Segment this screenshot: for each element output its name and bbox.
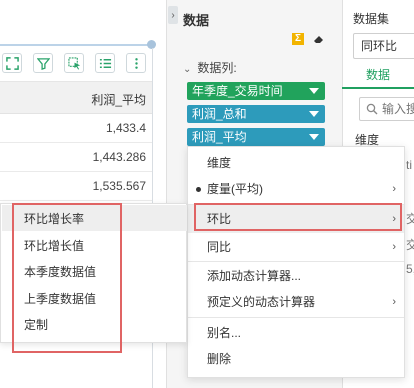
- highlight-box: [12, 203, 122, 353]
- search-icon: [366, 103, 378, 115]
- data-columns-label[interactable]: ⌄ 数据列:: [183, 59, 237, 76]
- dataset-select[interactable]: 同环比: [353, 33, 414, 59]
- list-icon[interactable]: [95, 53, 115, 73]
- menu-item-label: 维度: [207, 156, 232, 170]
- chevron-right-icon: ›: [392, 183, 396, 195]
- dataset-search[interactable]: [359, 97, 414, 121]
- table-row: 1,535.567: [0, 172, 152, 201]
- field-chip-profit-sum[interactable]: 利润_总和: [187, 105, 325, 123]
- select-icon[interactable]: [64, 53, 84, 73]
- menu-item-label: 添加动态计算器...: [207, 269, 302, 283]
- table-row: 1,433.4: [0, 114, 152, 143]
- dataset-title: 数据集: [353, 12, 390, 26]
- dropdown-arrow-icon[interactable]: [309, 88, 319, 94]
- menu-item-measure-avg[interactable]: 度量(平均) ›: [188, 175, 404, 203]
- collapse-panel-icon[interactable]: ›: [168, 6, 178, 24]
- menu-item-label: 删除: [207, 352, 232, 366]
- more-icon[interactable]: [126, 53, 146, 73]
- table-cell: 1,433.4: [105, 121, 146, 135]
- selected-dot-icon: [196, 187, 201, 192]
- highlight-box: [194, 203, 402, 231]
- tab-underline: [342, 87, 414, 89]
- chevron-right-icon: ›: [392, 241, 396, 253]
- context-menu: 维度 度量(平均) › 环比 › 同比 › 添加动态计算器... 预定义的动态计算器 ›…: [187, 146, 405, 378]
- table-cell: 1,535.567: [92, 179, 146, 193]
- field-chip-label: 利润_平均: [192, 130, 247, 144]
- field-chip-label: 年季度_交易时间: [192, 84, 283, 98]
- chevron-down-icon: ⌄: [183, 64, 192, 75]
- table-cell: 1,443.286: [92, 150, 146, 164]
- tree-item[interactable]: ti: [406, 158, 412, 172]
- dropdown-arrow-icon[interactable]: [309, 134, 319, 140]
- table-toolbar: [0, 42, 152, 82]
- menu-separator: [188, 317, 404, 318]
- filter-icon[interactable]: [33, 53, 53, 73]
- menu-item-alias[interactable]: 别名...: [188, 319, 404, 347]
- menu-item-label: 度量(平均): [207, 182, 263, 196]
- search-input[interactable]: [382, 101, 414, 117]
- field-chip-profit-avg[interactable]: 利润_平均: [187, 128, 325, 146]
- menu-item-add-calculator[interactable]: 添加动态计算器...: [188, 262, 404, 290]
- menu-item-label: 别名...: [207, 326, 242, 340]
- dropdown-arrow-icon[interactable]: [309, 111, 319, 117]
- tree-item[interactable]: 5,: [406, 262, 414, 276]
- data-columns-text: 数据列:: [197, 61, 237, 75]
- menu-item-dimension[interactable]: 维度: [188, 149, 404, 177]
- menu-item-predefined-calculator[interactable]: 预定义的动态计算器 ›: [188, 288, 404, 316]
- menu-item-delete[interactable]: 删除: [188, 345, 404, 373]
- field-chip-year-quarter[interactable]: 年季度_交易时间: [187, 82, 325, 100]
- tree-item[interactable]: 交: [406, 236, 414, 253]
- sigma-icon[interactable]: Σ: [292, 33, 304, 45]
- menu-item-tongbi[interactable]: 同比 ›: [188, 233, 404, 261]
- column-header-profit-avg[interactable]: 利润_平均: [91, 91, 146, 108]
- menu-item-label: 同比: [207, 240, 232, 254]
- data-panel-title: 数据: [183, 13, 210, 28]
- field-chip-label: 利润_总和: [192, 107, 247, 121]
- tree-item[interactable]: 交: [406, 210, 414, 227]
- table-row: 1,443.286: [0, 143, 152, 172]
- chevron-right-icon: ›: [392, 296, 396, 308]
- expand-icon[interactable]: [2, 53, 22, 73]
- eraser-icon[interactable]: [313, 34, 325, 44]
- table-header: 利润_平均: [0, 82, 152, 114]
- menu-item-label: 预定义的动态计算器: [207, 295, 316, 309]
